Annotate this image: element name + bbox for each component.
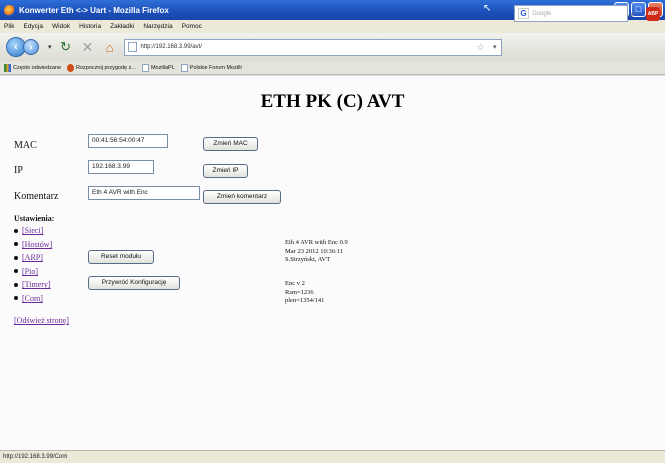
bookmark-label: Polskie Forum Mozilli [189, 64, 242, 71]
forward-button[interactable]: › [23, 39, 39, 55]
url-dropdown-icon[interactable]: ▾ [493, 43, 497, 51]
firefox-icon [4, 4, 15, 16]
settings-title: Ustawienia: [14, 214, 55, 223]
comment-label: Komentarz [14, 191, 59, 202]
settings-link-network[interactable]: [Sieci] [22, 226, 43, 235]
change-comment-button[interactable]: Zmień komentarz [203, 190, 281, 204]
bullet-icon [14, 228, 18, 233]
page-icon [127, 42, 137, 52]
mac-field[interactable]: 00:41:56:54:00:47 [88, 134, 168, 148]
info-line: S.Strzyński, AVT [285, 256, 331, 263]
bookmark-forum[interactable]: Polskie Forum Mozilli [180, 63, 242, 72]
bullet-icon [14, 282, 18, 287]
enc-info: Enc v 2 Rsm=1236 plen=1354/141 [285, 280, 324, 306]
list-item: [Timery] [14, 278, 52, 292]
search-icon[interactable]: ⌕ [630, 8, 636, 21]
menu-tools[interactable]: Narzędzia [143, 23, 172, 30]
search-input[interactable]: G Google [514, 5, 628, 22]
settings-link-com[interactable]: [Com] [22, 294, 43, 303]
bullet-icon [14, 269, 18, 274]
page-title: ETH PK (C) AVT [260, 91, 405, 112]
info-line: plen=1354/141 [285, 297, 325, 304]
bookmark-label: MozillaPL [150, 64, 175, 71]
menu-edit[interactable]: Edycja [23, 23, 43, 30]
mac-label: MAC [14, 140, 37, 151]
url-bar[interactable]: http://192.168.3.99/avt/ ☆ ▾ [123, 38, 502, 56]
device-info: Eth 4 AVR with Enc 0.9 Mar 23 2012 10:36… [285, 239, 348, 265]
change-ip-button[interactable]: Zmień IP [203, 164, 248, 178]
google-icon[interactable]: G [518, 8, 529, 19]
back-forward-group: ‹ › [6, 37, 46, 57]
menu-help[interactable]: Pomoc [182, 23, 202, 30]
page-icon [180, 63, 188, 72]
info-line: Rsm=1236 [285, 288, 314, 296]
search-placeholder: Google [532, 10, 552, 17]
stop-icon[interactable]: ✕ [80, 39, 96, 56]
navigation-toolbar: ‹ › ▾ ↻ ✕ ⌂ http://192.168.3.99/avt/ ☆ ▾ [0, 33, 665, 61]
menu-bookmarks[interactable]: Zakładki [110, 23, 134, 30]
info-line: Mar 23 2012 10:36:11 [285, 247, 344, 255]
list-item: [Pio] [14, 265, 52, 279]
ip-field[interactable]: 192.168.3.99 [88, 160, 154, 174]
menu-history[interactable]: Historia [79, 23, 101, 30]
bullet-icon [14, 296, 18, 301]
page-icon [141, 63, 149, 72]
restore-config-button[interactable]: Przywróć Konfigurację [88, 276, 180, 290]
info-line: Eth 4 AVR with Enc 0.9 [285, 239, 348, 246]
chart-icon [4, 63, 11, 72]
page-content: ETH PK (C) AVT MAC 00:41:56:54:00:47 Zmi… [0, 76, 665, 450]
bullet-icon [14, 242, 18, 247]
list-item: [Sieci] [14, 224, 52, 238]
adblock-icon[interactable]: ABP [646, 7, 660, 21]
menu-file[interactable]: Plik [4, 23, 14, 30]
info-line: Enc v 2 [285, 280, 305, 287]
settings-link-pio[interactable]: [Pio] [22, 267, 38, 276]
bookmark-star-icon[interactable]: ☆ [476, 42, 484, 53]
comment-field[interactable]: Eth 4 AVR with Enc [88, 186, 200, 200]
change-mac-button[interactable]: Zmień MAC [203, 137, 258, 151]
bookmarks-toolbar: Często odwiedzane Rozpocznij przygodę z.… [0, 61, 665, 75]
refresh-page-link[interactable]: [Odśwież stronę] [14, 316, 69, 325]
list-item: [Hostów] [14, 238, 52, 252]
settings-link-hosts[interactable]: [Hostów] [22, 240, 52, 249]
home-icon[interactable]: ⌂ [102, 40, 118, 55]
settings-link-timers[interactable]: [Timery] [22, 280, 51, 289]
settings-link-arp[interactable]: [ARP] [22, 253, 43, 262]
history-dropdown-icon[interactable]: ▾ [48, 43, 52, 51]
list-item: [ARP] [14, 251, 52, 265]
bookmark-label: Często odwiedzane [13, 64, 62, 71]
bookmark-mozillapl[interactable]: MozillaPL [141, 63, 175, 72]
bookmark-getting-started[interactable]: Rozpocznij przygodę z... [67, 63, 136, 72]
reload-icon[interactable]: ↻ [58, 39, 74, 55]
list-item: [Com] [14, 292, 52, 306]
window-title: Konwerter Eth <-> Uart - Mozilla Firefox [19, 5, 169, 15]
mouse-cursor-icon: ↖ [483, 3, 492, 14]
bookmark-most-visited[interactable]: Często odwiedzane [4, 63, 62, 72]
reset-module-button[interactable]: Reset modułu [88, 250, 154, 264]
bookmark-label: Rozpocznij przygodę z... [76, 64, 136, 71]
settings-menu: [Sieci] [Hostów] [ARP] [Pio] [Timery] [C… [14, 224, 52, 305]
menu-view[interactable]: Widok [52, 23, 70, 30]
status-bar: http://192.168.3.99/Com [0, 450, 665, 463]
firefox-small-icon [67, 63, 75, 72]
url-text[interactable]: http://192.168.3.99/avt/ [141, 44, 202, 50]
bullet-icon [14, 255, 18, 260]
ip-label: IP [14, 165, 23, 176]
